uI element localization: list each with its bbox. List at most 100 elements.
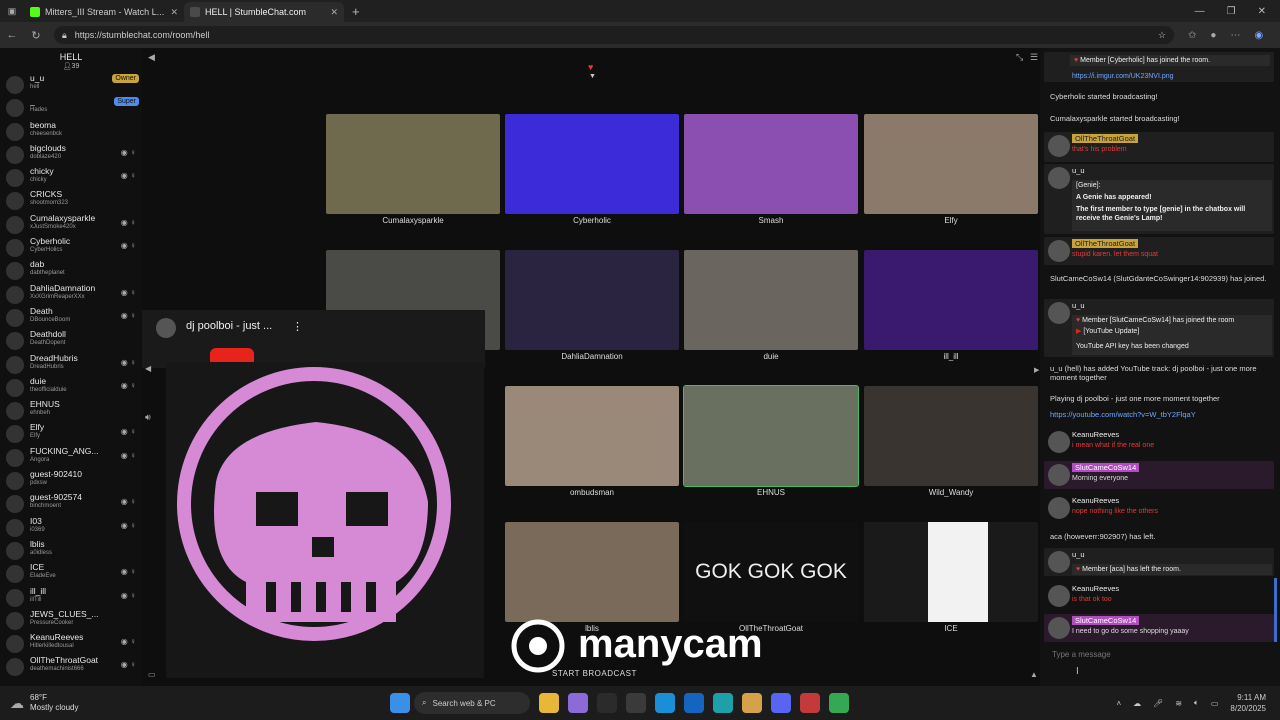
cloud-tray-icon[interactable]: ☁ [1133,699,1141,708]
speaker-icon[interactable]: 🔈︎ [1194,698,1199,708]
edge-icon[interactable] [655,693,675,713]
user-list-item[interactable]: beoma cheesenbck [0,119,142,142]
chat-username[interactable]: KeanuReeves [1072,584,1119,593]
camera-feed[interactable] [683,385,859,487]
chat-username[interactable]: OllTheThroatGoat [1072,134,1139,143]
tab-stumblechat[interactable]: HELL | StumbleChat.com ✕ [184,2,344,22]
user-list-item[interactable]: chicky chicky ◉ ♀ [0,165,142,188]
user-list-item[interactable]: guest-902574 binchmoent ◉ ♀ [0,491,142,514]
chevron-up-icon[interactable]: ˄ [1117,699,1122,708]
user-list-item[interactable]: dab dabtheplanet [0,258,142,281]
edge-active-icon[interactable] [713,693,733,713]
chat-scrollbar[interactable] [1274,578,1277,642]
camera-feed[interactable] [505,250,679,350]
chat-username[interactable]: OllTheThroatGoat [1072,239,1139,248]
avatar[interactable] [1048,135,1070,157]
taskbar-search[interactable]: ⌕ Search web & PC [414,692,530,714]
outlook-icon[interactable] [684,693,704,713]
layout-icon[interactable]: ⤡ [1016,52,1023,63]
close-window-icon[interactable]: ✕ [1258,6,1266,17]
user-list-item[interactable]: KeanuReeves Hitlerkilledtousal ◉ ♀ [0,631,142,654]
avatar[interactable] [1048,302,1070,324]
wifi-icon[interactable]: ≋ [1175,699,1182,708]
user-list-item[interactable]: bigclouds doblaze420 ◉ ♀ [0,142,142,165]
chat-username[interactable]: KeanuReeves [1072,496,1119,505]
user-list-item[interactable]: OllTheThroatGoat deathemachinist666 ◉ ♀ [0,654,142,677]
image-link[interactable]: https://i.imgur.com/UK23NVI.png [1072,72,1272,81]
close-icon[interactable]: ✕ [170,7,178,18]
file-explorer-icon[interactable] [539,693,559,713]
youtube-link[interactable]: https://youtube.com/watch?v=W_tbY2FlqaY [1044,410,1274,419]
back-icon[interactable]: ← [0,29,24,41]
chat-username[interactable]: u_u [1072,550,1085,559]
menu-icon[interactable]: ☰ [1030,52,1038,63]
youtube-player[interactable]: dj poolboi - just ... ⋮ [142,310,485,368]
screen-icon[interactable]: ▭ [148,670,156,679]
app-red-icon[interactable] [800,693,820,713]
user-list-item[interactable]: CRICKS shootmom323 [0,188,142,211]
app-icon[interactable] [597,693,617,713]
avatar[interactable] [1048,617,1070,639]
chevron-right-icon[interactable]: ▶ [1034,366,1039,374]
avatar[interactable] [1048,240,1070,262]
user-list-item[interactable]: I03 i0369 ◉ ♀ [0,515,142,538]
user-list-item[interactable]: guest-902410 pdxsw [0,468,142,491]
camera-feed[interactable] [505,386,679,486]
favorite-star-icon[interactable]: ☆ [1158,30,1166,41]
user-list-item[interactable]: duie theofficialduie ◉ ♀ [0,375,142,398]
copilot-app-icon[interactable] [568,693,588,713]
media-icon[interactable] [742,693,762,713]
camera-feed[interactable] [684,114,858,214]
chat-username[interactable]: SlutCameCoSw14 [1072,616,1140,625]
user-list-item[interactable]: JEWS_CLUES_... PressureCooker [0,608,142,631]
user-list-item[interactable]: ill_ill illTill ◉ ♀ [0,585,142,608]
close-icon[interactable]: ✕ [330,7,338,18]
refresh-icon[interactable]: ↻ [24,29,48,42]
minimize-icon[interactable]: — [1195,6,1205,17]
battery-icon[interactable]: ▭ [1211,699,1219,708]
user-list-item[interactable]: Cyberholic CyberHolics ◉ ♀ [0,235,142,258]
user-list-item[interactable]: u_u hell Owner [0,72,142,95]
new-tab-button[interactable]: + [344,4,368,19]
avatar[interactable] [1048,431,1070,453]
avatar[interactable] [1048,497,1070,519]
start-broadcast-button[interactable]: START BROADCAST [552,669,637,678]
mic-icon[interactable]: 🎤︎ [1153,699,1163,708]
youtube-more-icon[interactable]: ⋮ [292,320,303,333]
chevron-down-icon[interactable]: ▼ [589,73,596,80]
chrome-icon[interactable] [829,693,849,713]
avatar[interactable] [1048,464,1070,486]
camera-feed[interactable] [864,114,1038,214]
user-list-item[interactable]: Elfy Elfy ◉ ♀ [0,421,142,444]
camera-feed[interactable]: GOK GOK GOK [684,522,858,622]
avatar[interactable] [1048,167,1070,189]
user-list-item[interactable]: DahliaDamnation XxXGrimReaperXXx ◉ ♀ [0,282,142,305]
volume-icon[interactable]: 🔊︎ [145,412,151,423]
chat-username[interactable]: u_u [1072,166,1085,175]
camera-feed[interactable] [864,386,1038,486]
favorites-icon[interactable]: ✩ [1188,30,1196,41]
chat-username[interactable]: u_u [1072,301,1085,310]
tab-kick-stream[interactable]: Mitters_III Stream - Watch L... ✕ [24,2,184,22]
weather-widget[interactable]: ☁ 68°F Mostly cloudy [0,693,390,713]
copilot-icon[interactable]: ◉ [1254,30,1263,41]
camera-feed[interactable] [505,114,679,214]
user-list-item[interactable]: Deathdoll DeathDopent [0,328,142,351]
tab-actions-icon[interactable]: ▣ [0,6,24,17]
camera-feed[interactable] [505,522,679,622]
chat-username[interactable]: KeanuReeves [1072,430,1119,439]
chevron-up-icon[interactable]: ▲ [1030,670,1038,679]
user-list-item[interactable]: FUCKING_ANG... Angora ◉ ♀ [0,445,142,468]
start-icon[interactable] [390,693,410,713]
camera-feed[interactable] [864,250,1038,350]
more-icon[interactable]: ⋯ [1230,30,1240,41]
user-list-item[interactable]: Death DBounceBoom ◉ ♀ [0,305,142,328]
store-icon[interactable] [626,693,646,713]
user-list-item[interactable]: lblis a0idless [0,538,142,561]
user-list-item[interactable]: DreadHubris DreadHubris ◉ ♀ [0,352,142,375]
heart-icon[interactable]: ♥ [588,62,593,72]
camera-feed[interactable] [684,250,858,350]
avatar[interactable] [1048,551,1070,573]
url-field[interactable]: 🔒︎ https://stumblechat.com/room/hell ☆ [54,26,1174,44]
maximize-icon[interactable]: ❐ [1227,6,1236,17]
